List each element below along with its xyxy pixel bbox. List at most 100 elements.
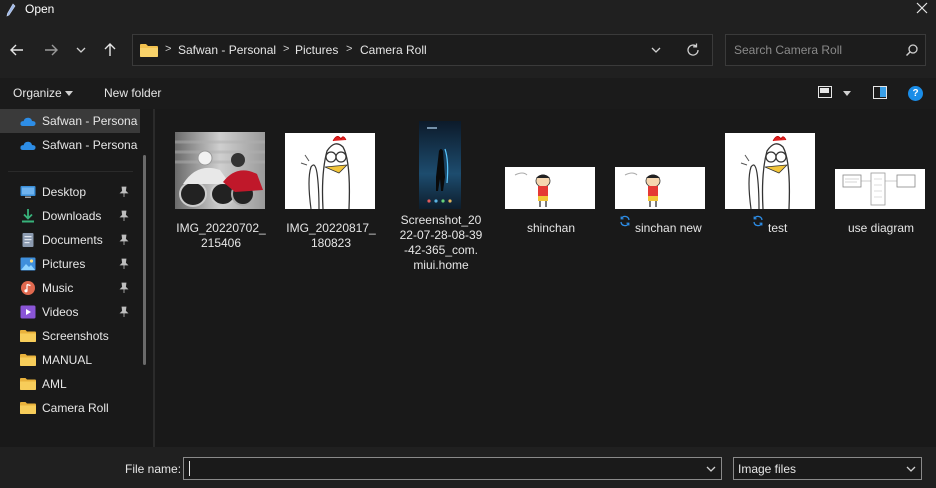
file-thumbnail-motorcycle [175, 132, 265, 209]
file-item[interactable]: shinchan [499, 129, 603, 235]
sidebar-item-label: Safwan - Persona [42, 138, 138, 152]
music-icon [21, 281, 35, 295]
file-item[interactable]: IMG_20220702_ 215406 [169, 129, 273, 250]
videos-icon [20, 305, 36, 319]
sidebar-item-videos[interactable]: Videos [0, 300, 140, 324]
sidebar-item-label: Safwan - Persona [42, 114, 138, 128]
sidebar-item-label: Downloads [42, 209, 102, 223]
new-folder-button[interactable]: New folder [104, 86, 161, 100]
file-item[interactable]: sinchan new [609, 129, 713, 235]
sidebar-scrollbar[interactable] [143, 155, 146, 365]
sidebar-item-onedrive[interactable]: Safwan - Persona [0, 109, 140, 133]
search-icon [906, 44, 918, 56]
breadcrumb-pictures[interactable]: Pictures [295, 43, 338, 57]
recent-locations-button[interactable] [71, 41, 91, 59]
file-thumbnail-shinchan [615, 167, 705, 209]
breadcrumb-camera-roll[interactable]: Camera Roll [360, 43, 427, 57]
pictures-icon [20, 257, 36, 271]
sidebar-item-label: Camera Roll [42, 401, 109, 415]
file-name: test [768, 221, 788, 235]
help-icon[interactable]: ? [908, 86, 923, 101]
documents-icon [22, 233, 34, 247]
sidebar-item-documents[interactable]: Documents [0, 228, 140, 252]
pin-icon [119, 186, 129, 197]
arrow-left-icon [10, 44, 23, 56]
file-item[interactable]: use diagram [829, 129, 933, 235]
file-name: Screenshot_20 22-07-28-08-39 -42-365_com… [399, 213, 483, 272]
organize-dropdown-icon [65, 91, 73, 96]
file-name: sinchan new [635, 221, 702, 235]
breadcrumb-onedrive[interactable]: Safwan - Personal [178, 43, 276, 57]
sidebar-item-downloads[interactable]: Downloads [0, 204, 140, 228]
onedrive-cloud-icon [20, 141, 36, 150]
pin-icon [119, 306, 129, 317]
chevron-down-icon [76, 47, 86, 53]
up-button[interactable] [100, 41, 120, 59]
folder-icon [20, 354, 36, 366]
window-title: Open [25, 2, 55, 16]
file-name-label: File name: [125, 462, 182, 476]
sidebar-item-manual[interactable]: MANUAL [0, 348, 140, 372]
file-thumbnail-chicken [725, 133, 815, 209]
arrow-right-icon [45, 44, 58, 56]
address-bar[interactable]: > Safwan - Personal > Pictures > Camera … [132, 34, 713, 66]
chevron-down-icon [906, 466, 916, 472]
sidebar-divider [8, 171, 133, 172]
preview-pane-icon[interactable] [873, 86, 887, 99]
back-button[interactable] [7, 41, 27, 59]
file-name: shinchan [526, 221, 576, 235]
file-name: IMG_20220817_ 180823 [286, 221, 376, 250]
file-name-input[interactable] [188, 461, 698, 477]
file-name: use diagram [847, 221, 915, 235]
sidebar-item-label: MANUAL [42, 353, 93, 367]
breadcrumb-separator: > [346, 43, 353, 55]
sidebar-item-label: AML [42, 377, 67, 391]
search-box[interactable] [725, 34, 926, 66]
sidebar-item-label: Documents [42, 233, 103, 247]
sidebar-item-pictures[interactable]: Pictures [0, 252, 140, 276]
breadcrumb-separator: > [165, 43, 172, 55]
file-name-combobox[interactable] [183, 457, 722, 480]
file-type-value: Image files [738, 462, 797, 476]
pin-icon [119, 282, 129, 293]
sidebar-item-onedrive-2[interactable]: Safwan - Persona [0, 133, 140, 157]
organize-button[interactable]: Organize [13, 86, 62, 100]
sidebar-item-aml[interactable]: AML [0, 372, 140, 396]
sidebar-item-label: Screenshots [42, 329, 109, 343]
address-history-chevron-icon[interactable] [649, 43, 663, 57]
refresh-icon[interactable] [685, 42, 701, 58]
sidebar-item-screenshots[interactable]: Screenshots [0, 324, 140, 348]
close-icon[interactable] [914, 0, 930, 16]
sidebar-item-music[interactable]: Music [0, 276, 140, 300]
change-view-icon[interactable] [818, 86, 832, 98]
desktop-icon [20, 186, 36, 198]
file-thumbnail-chicken [285, 133, 375, 209]
file-item[interactable]: test [719, 129, 823, 235]
pen-app-icon [6, 3, 16, 17]
download-icon [22, 209, 34, 223]
navigation-pane: Safwan - Persona Safwan - Persona Deskto… [0, 109, 153, 447]
view-options-dropdown-icon[interactable] [843, 91, 851, 96]
file-thumbnail-shinchan [505, 167, 595, 209]
search-input[interactable] [734, 42, 894, 58]
onedrive-cloud-icon [20, 117, 36, 126]
sync-pending-icon [753, 215, 763, 227]
forward-button[interactable] [41, 41, 61, 59]
file-item[interactable]: IMG_20220817_ 180823 [279, 129, 383, 250]
sidebar-item-label: Music [42, 281, 74, 295]
command-bar: Organize New folder ? [0, 78, 936, 109]
arrow-up-icon [104, 43, 116, 56]
sync-pending-icon [620, 215, 630, 227]
sidebar-item-label: Desktop [42, 185, 87, 199]
pin-icon [119, 210, 129, 221]
sidebar-item-label: Videos [42, 305, 79, 319]
file-item[interactable]: Screenshot_20 22-07-28-08-39 -42-365_com… [389, 119, 493, 279]
file-thumbnail-screenshot [419, 121, 461, 209]
file-type-select[interactable]: Image files [733, 457, 922, 480]
sidebar-item-desktop[interactable]: Desktop [0, 180, 140, 204]
file-thumbnail-diagram [835, 169, 925, 209]
sidebar-item-camera-roll[interactable]: Camera Roll [0, 396, 140, 420]
file-name: IMG_20220702_ 215406 [176, 221, 266, 250]
chevron-down-icon[interactable] [705, 463, 717, 475]
folder-icon [140, 44, 158, 57]
